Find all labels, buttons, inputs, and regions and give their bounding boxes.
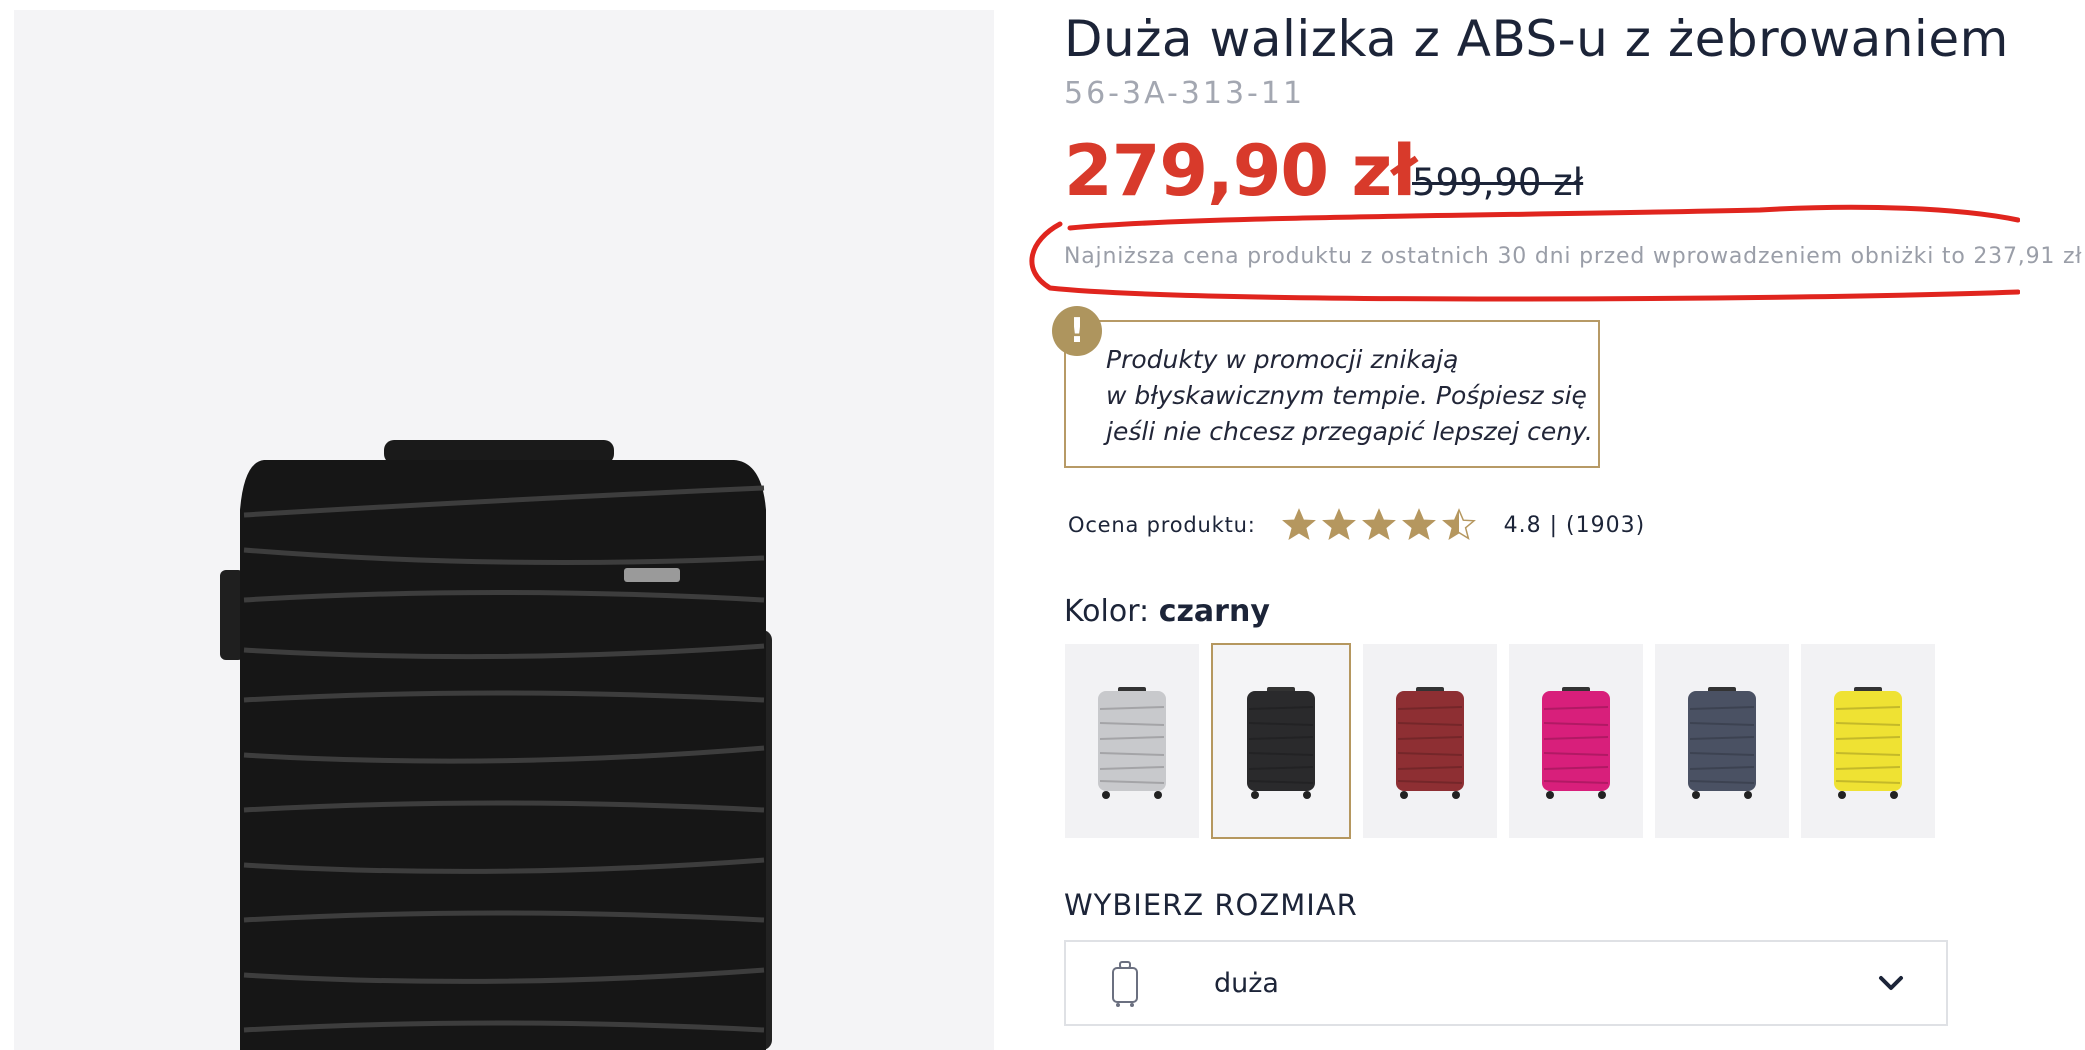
burgundy-icon — [1396, 687, 1464, 799]
color-swatch[interactable] — [1363, 644, 1497, 838]
yellow-icon — [1834, 687, 1902, 799]
product-sku: 56-3A-313-11 — [1064, 76, 1306, 111]
color-swatch[interactable] — [1211, 643, 1351, 839]
color-label: Kolor: czarny — [1064, 594, 1270, 629]
rating-stars[interactable] — [1281, 508, 1482, 542]
color-swatch[interactable] — [1801, 644, 1935, 838]
old-price: 599,90 zł — [1412, 161, 1584, 204]
promo-notice: ! Produkty w promocji znikają w błyskawi… — [1052, 306, 1600, 468]
color-swatches — [1065, 643, 1947, 839]
size-dropdown[interactable]: duża — [1064, 940, 1948, 1026]
star-icon — [1321, 508, 1356, 541]
navy-icon — [1688, 687, 1756, 799]
selected-color: czarny — [1158, 594, 1270, 629]
color-label-text: Kolor: — [1064, 594, 1150, 629]
suitcase-photo — [220, 440, 772, 1050]
lowest-price-note: Najniższa cena produktu z ostatnich 30 d… — [1064, 244, 2083, 269]
promo-line-3: jeśli nie chcesz przegapić lepszej ceny. — [1106, 417, 1593, 446]
product-image[interactable] — [14, 10, 994, 1050]
promo-line-1: Produkty w promocji znikają — [1106, 345, 1459, 374]
star-icon — [1281, 508, 1316, 541]
product-details-panel: Duża walizka z ABS-u z żebrowaniem 56-3A… — [1029, 0, 2085, 1050]
silver-icon — [1098, 687, 1166, 799]
product-title: Duża walizka z ABS-u z żebrowaniem — [1064, 10, 2009, 68]
color-swatch[interactable] — [1509, 644, 1643, 838]
star-icon — [1441, 508, 1476, 541]
pink-icon — [1542, 687, 1610, 799]
promo-line-2: w błyskawicznym tempie. Pośpiesz się — [1106, 381, 1587, 410]
exclamation-icon: ! — [1052, 306, 1102, 356]
size-label: WYBIERZ ROZMIAR — [1064, 888, 1358, 922]
chevron-down-icon — [1879, 976, 1903, 990]
star-icon — [1401, 508, 1436, 541]
luggage-icon — [1112, 961, 1138, 1007]
product-rating[interactable]: Ocena produktu: 4.8 | (1903) — [1068, 505, 1645, 545]
rating-value[interactable]: 4.8 | (1903) — [1504, 513, 1646, 538]
color-swatch[interactable] — [1065, 644, 1199, 838]
black-icon — [1247, 687, 1315, 799]
rating-label: Ocena produktu: — [1068, 513, 1256, 537]
size-value: duża — [1214, 968, 1279, 999]
color-swatch[interactable] — [1655, 644, 1789, 838]
star-icon — [1361, 508, 1396, 541]
promo-text: Produkty w promocji znikają w błyskawicz… — [1106, 342, 1593, 450]
